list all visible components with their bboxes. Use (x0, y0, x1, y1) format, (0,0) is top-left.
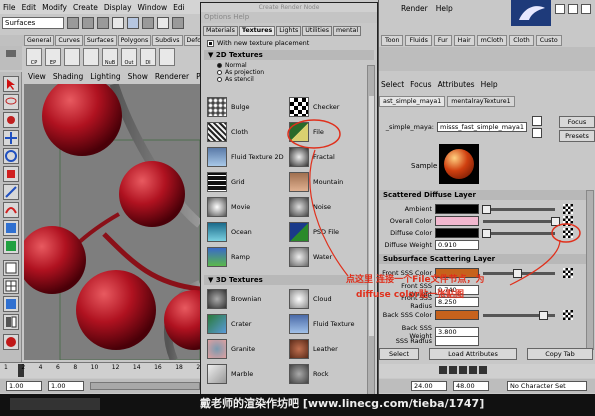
annotation-line-2: diffuse color贴一张贴图 (356, 290, 465, 300)
maya-screen: { "main_menu": ["File","Edit","Modify","… (0, 0, 595, 416)
annotation-line-1: 点这里 连接一个File文件节点，为 (346, 275, 485, 285)
arrow-to-map (509, 239, 561, 286)
annotation-overlay (287, 119, 581, 286)
arrow-to-file (309, 149, 349, 277)
file-node-highlight (287, 119, 341, 149)
map-button-highlight (551, 223, 581, 243)
